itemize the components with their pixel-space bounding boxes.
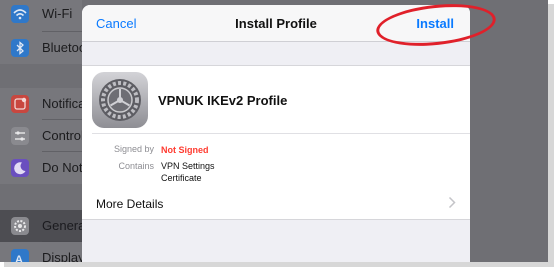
- frame-shadow: [4, 262, 554, 267]
- settings-sidebar: Wi-Fi Bluetoo Notifica Control Do Not Ge…: [0, 0, 86, 262]
- profile-card: VPNUK IKEv2 Profile Signed by Not Signed…: [82, 65, 470, 189]
- settings-gear-icon: [92, 72, 148, 128]
- moon-icon: [11, 159, 29, 177]
- contains-value-certificate: Certificate: [161, 173, 202, 183]
- sidebar-item-label: Bluetoo: [42, 40, 87, 55]
- display-icon: A: [11, 249, 29, 262]
- bluetooth-icon: [11, 39, 29, 57]
- sidebar-item-control-center[interactable]: Control: [0, 120, 84, 152]
- sidebar-item-label: Notifica: [42, 96, 86, 111]
- screen: Wi-Fi Bluetoo Notifica Control Do Not Ge…: [0, 0, 548, 262]
- contains-value-vpn: VPN Settings: [161, 161, 215, 171]
- sidebar-item-display[interactable]: A Display: [0, 242, 85, 262]
- sidebar-item-bluetooth[interactable]: Bluetoo: [0, 32, 86, 64]
- signed-by-label: Signed by: [113, 144, 154, 154]
- cancel-button[interactable]: Cancel: [96, 16, 136, 31]
- contains-label: Contains: [118, 161, 154, 171]
- control-center-icon: [11, 127, 29, 145]
- dimmed-background: [470, 0, 548, 262]
- sidebar-item-label: Do Not: [42, 160, 83, 175]
- gear-icon: [11, 217, 29, 235]
- sidebar-item-do-not-disturb[interactable]: Do Not: [0, 152, 82, 184]
- signed-by-value: Not Signed: [161, 145, 209, 155]
- more-details-row[interactable]: More Details: [82, 187, 470, 220]
- sidebar-item-label: Wi-Fi: [42, 6, 73, 21]
- svg-text:A: A: [15, 254, 23, 262]
- divider: [92, 133, 470, 134]
- chevron-right-icon: [448, 196, 456, 212]
- sidebar-item-general[interactable]: Genera: [0, 210, 86, 242]
- sidebar-item-label: Control: [42, 128, 84, 143]
- profile-name: VPNUK IKEv2 Profile: [158, 93, 288, 108]
- sidebar-item-label: Genera: [42, 218, 86, 233]
- frame-shadow: [548, 4, 554, 266]
- wifi-icon: [11, 5, 29, 23]
- sidebar-item-notifications[interactable]: Notifica: [0, 88, 86, 120]
- sidebar-item-wifi[interactable]: Wi-Fi: [0, 0, 82, 32]
- notifications-icon: [11, 95, 29, 113]
- more-details-label: More Details: [96, 197, 164, 211]
- sidebar-item-label: Display: [42, 250, 85, 262]
